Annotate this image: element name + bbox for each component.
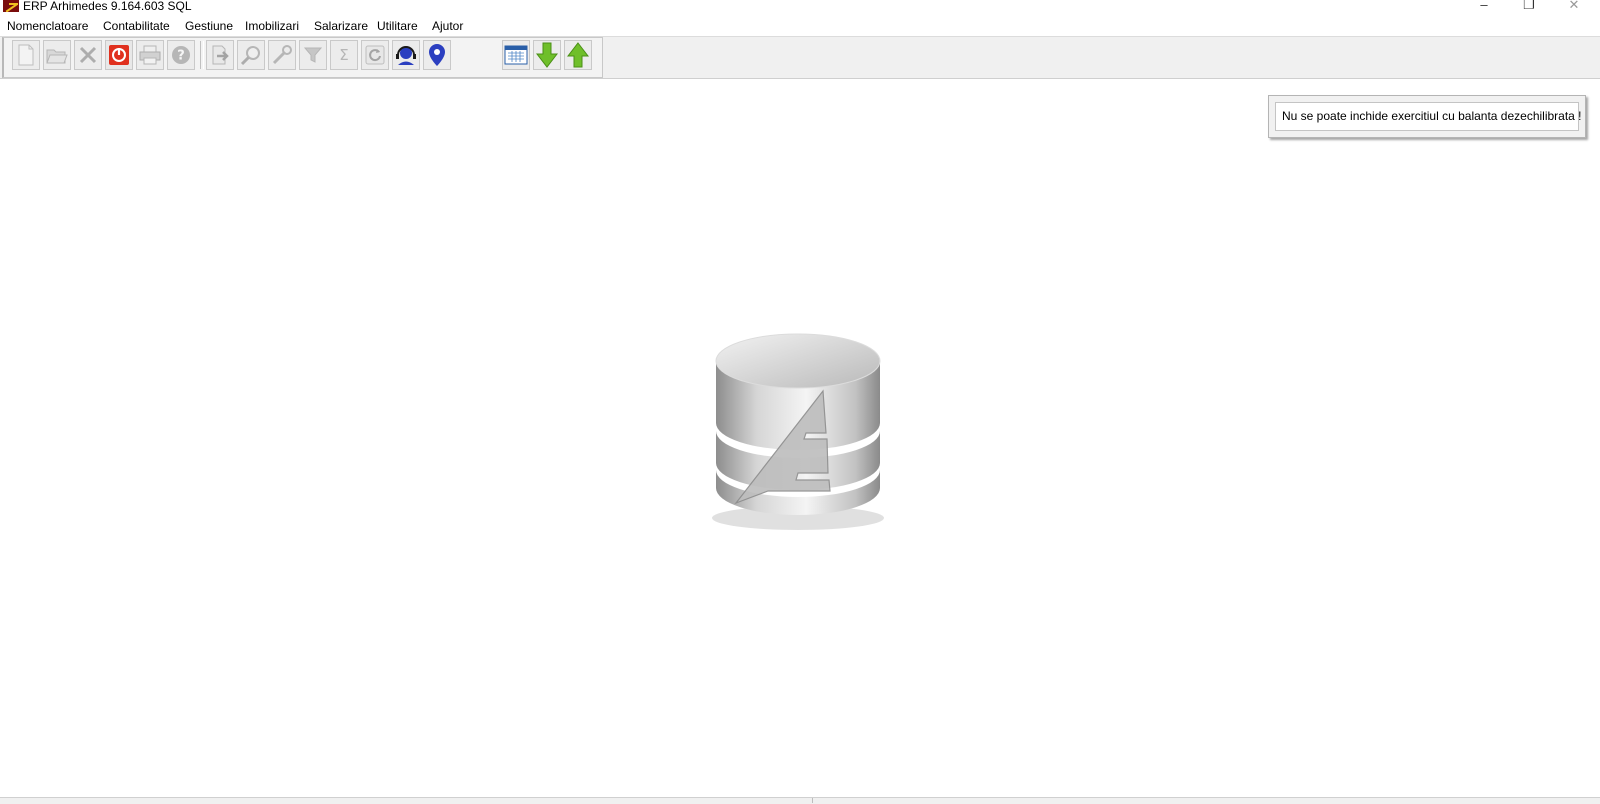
filter-button[interactable] xyxy=(299,40,327,70)
menu-gestiune[interactable]: Gestiune xyxy=(185,19,233,34)
print-icon xyxy=(139,45,161,65)
app-logo-icon xyxy=(3,0,19,12)
print-button[interactable] xyxy=(136,40,164,70)
restore-icon[interactable]: ❐ xyxy=(1514,0,1544,13)
arrow-up-icon xyxy=(567,42,589,68)
minimize-icon[interactable]: – xyxy=(1469,0,1499,13)
menu-bar: Nomenclatoare Contabilitate Gestiune Imo… xyxy=(0,17,1600,36)
location-button[interactable] xyxy=(423,40,451,70)
search-button[interactable] xyxy=(237,40,265,70)
power-icon xyxy=(109,45,129,65)
exit-button[interactable] xyxy=(105,40,133,70)
export-button[interactable] xyxy=(206,40,234,70)
arrow-down-icon xyxy=(536,42,558,68)
calendar-button[interactable] xyxy=(502,40,530,70)
database-logo-icon xyxy=(708,333,888,533)
window-title: ERP Arhimedes 9.164.603 SQL xyxy=(23,0,192,13)
support-headset-icon xyxy=(396,46,416,65)
refresh-icon xyxy=(365,45,385,65)
sum-icon: Σ xyxy=(339,46,348,64)
refresh-button[interactable] xyxy=(361,40,389,70)
download-button[interactable] xyxy=(533,40,561,70)
menu-utilitare[interactable]: Utilitare xyxy=(377,19,418,34)
status-pane-left xyxy=(0,798,813,803)
help-icon: ? xyxy=(172,46,190,64)
menu-contabilitate[interactable]: Contabilitate xyxy=(103,19,170,34)
sum-button[interactable]: Σ xyxy=(330,40,358,70)
svg-text:Σ: Σ xyxy=(339,46,348,64)
filter-icon xyxy=(303,47,323,63)
notification-message: Nu se poate inchide exercitiul cu balant… xyxy=(1275,102,1582,131)
support-button[interactable] xyxy=(392,40,420,70)
open-folder-icon xyxy=(46,49,68,64)
tools-icon xyxy=(272,45,292,65)
tools-button[interactable] xyxy=(268,40,296,70)
export-icon xyxy=(212,45,229,65)
help-button[interactable]: ? xyxy=(167,40,195,70)
toolbar-separator xyxy=(200,41,204,69)
search-icon xyxy=(240,46,260,66)
new-document-icon xyxy=(18,44,34,66)
menu-imobilizari[interactable]: Imobilizari xyxy=(245,19,299,34)
notification-popup[interactable]: Nu se poate inchide exercitiul cu balant… xyxy=(1268,95,1586,138)
menu-nomenclatoare[interactable]: Nomenclatoare xyxy=(7,19,88,34)
delete-icon xyxy=(79,46,97,64)
new-document-button[interactable] xyxy=(12,40,40,70)
delete-button[interactable] xyxy=(74,40,102,70)
menu-ajutor[interactable]: Ajutor xyxy=(432,19,463,34)
svg-text:?: ? xyxy=(177,49,185,64)
location-pin-icon xyxy=(429,44,445,66)
open-button[interactable] xyxy=(43,40,71,70)
upload-button[interactable] xyxy=(564,40,592,70)
calendar-icon xyxy=(504,45,528,65)
title-bar: ERP Arhimedes 9.164.603 SQL – ❐ ✕ xyxy=(0,0,1600,14)
close-icon[interactable]: ✕ xyxy=(1559,0,1589,13)
menu-salarizare[interactable]: Salarizare xyxy=(314,19,368,34)
